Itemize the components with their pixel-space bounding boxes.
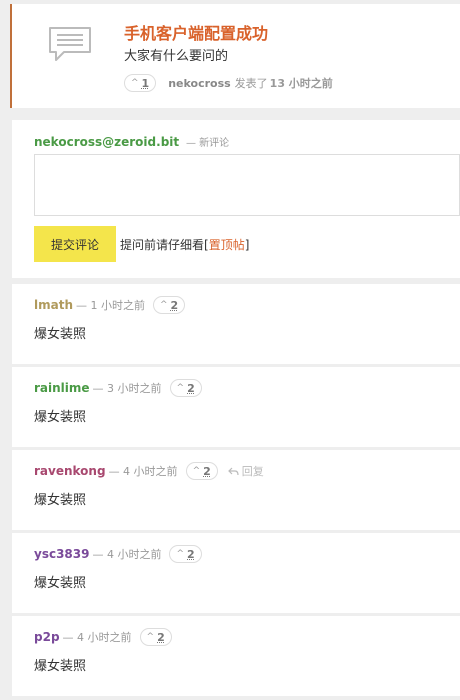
comment-body: 爆女装照 bbox=[34, 410, 87, 425]
comment-author[interactable]: p2p bbox=[34, 630, 60, 644]
comment-body: 爆女装照 bbox=[34, 493, 87, 508]
topic-title[interactable]: 手机客户端配置成功 bbox=[124, 20, 268, 44]
comment-upvote-button[interactable]: ^ 2 bbox=[169, 379, 202, 397]
topic-author[interactable]: nekocross bbox=[168, 77, 230, 90]
submit-comment-button[interactable]: 提交评论 bbox=[34, 226, 116, 262]
comment-header: rainlime — 3 小时之前 ^ 2 bbox=[34, 379, 202, 397]
page: 手机客户端配置成功 大家有什么要问的 ^ 1 nekocross 发表了 13 … bbox=[0, 0, 460, 700]
comment-vote-count: 2 bbox=[187, 381, 195, 395]
comment-item: rainlime — 3 小时之前 ^ 2 爆女装照 bbox=[12, 367, 460, 447]
comment-item: ravenkong — 4 小时之前 ^ 2 回复 爆女装照 bbox=[12, 450, 460, 530]
comment-upvote-button[interactable]: ^ 2 bbox=[139, 628, 172, 646]
comment-header: ysc3839 — 4 小时之前 ^ 2 bbox=[34, 545, 202, 563]
comment-vote-count: 2 bbox=[187, 547, 195, 561]
comment-author[interactable]: lmath bbox=[34, 298, 73, 312]
caret-up-icon: ^ bbox=[192, 466, 201, 476]
comment-upvote-button[interactable]: ^ 2 bbox=[169, 545, 202, 563]
comment-author[interactable]: ysc3839 bbox=[34, 547, 89, 561]
comment-form: nekocross@zeroid.bit — 新评论 提交评论 提问前请仔细看[… bbox=[12, 120, 460, 278]
comment-time: — 3 小时之前 bbox=[92, 382, 162, 395]
comment-author[interactable]: ravenkong bbox=[34, 464, 106, 478]
topic-vote-count: 1 bbox=[141, 76, 150, 90]
comment-header: p2p — 4 小时之前 ^ 2 bbox=[34, 628, 172, 646]
comment-author[interactable]: rainlime bbox=[34, 381, 90, 395]
topic-meta: ^ 1 nekocross 发表了 13 小时之前 bbox=[124, 74, 333, 92]
comment-vote-count: 2 bbox=[170, 298, 179, 312]
comment-body: 爆女装照 bbox=[34, 327, 87, 342]
topic-posted-label: 发表了 bbox=[234, 77, 268, 90]
comment-textarea[interactable] bbox=[34, 154, 460, 216]
form-username: nekocross@zeroid.bit bbox=[34, 135, 180, 149]
reply-arrow-icon bbox=[227, 467, 239, 475]
reply-button[interactable]: 回复 bbox=[227, 463, 264, 479]
topic-time: 13 小时之前 bbox=[269, 77, 333, 90]
hint-suffix: ] bbox=[244, 238, 250, 252]
pinned-post-link[interactable]: 置顶帖 bbox=[209, 238, 245, 252]
comment-upvote-button[interactable]: ^ 2 bbox=[185, 462, 218, 480]
comment-time: — 4 小时之前 bbox=[92, 548, 162, 561]
comment-time: — 4 小时之前 bbox=[108, 465, 178, 478]
caret-up-icon: ^ bbox=[146, 632, 155, 642]
hint-prefix: 提问前请仔细看[ bbox=[120, 238, 209, 252]
comment-bubble-icon bbox=[49, 27, 91, 61]
form-user-line: nekocross@zeroid.bit — 新评论 bbox=[34, 134, 229, 149]
comment-item: lmath — 1 小时之前 ^ 2 爆女装照 bbox=[12, 284, 460, 364]
topic-upvote-button[interactable]: ^ 1 bbox=[124, 74, 157, 92]
comment-time: — 1 小时之前 bbox=[76, 299, 145, 312]
comment-vote-count: 2 bbox=[157, 630, 165, 644]
caret-up-icon: ^ bbox=[160, 300, 168, 310]
comment-vote-count: 2 bbox=[203, 464, 211, 478]
comment-item: p2p — 4 小时之前 ^ 2 爆女装照 bbox=[12, 616, 460, 696]
form-hint: 提问前请仔细看[置顶帖] bbox=[120, 236, 249, 253]
comment-header: lmath — 1 小时之前 ^ 2 bbox=[34, 296, 186, 314]
comment-body: 爆女装照 bbox=[34, 659, 87, 674]
comment-time: — 4 小时之前 bbox=[62, 631, 132, 644]
comment-upvote-button[interactable]: ^ 2 bbox=[153, 296, 186, 314]
topic-card: 手机客户端配置成功 大家有什么要问的 ^ 1 nekocross 发表了 13 … bbox=[10, 4, 460, 108]
topic-body: 大家有什么要问的 bbox=[124, 49, 229, 64]
comment-header: ravenkong — 4 小时之前 ^ 2 回复 bbox=[34, 462, 264, 480]
caret-up-icon: ^ bbox=[131, 78, 139, 88]
caret-up-icon: ^ bbox=[176, 549, 185, 559]
comment-body: 爆女装照 bbox=[34, 576, 87, 591]
reply-label: 回复 bbox=[241, 465, 264, 478]
caret-up-icon: ^ bbox=[176, 383, 185, 393]
form-new-comment-label: — 新评论 bbox=[185, 138, 230, 149]
comment-item: ysc3839 — 4 小时之前 ^ 2 爆女装照 bbox=[12, 533, 460, 613]
